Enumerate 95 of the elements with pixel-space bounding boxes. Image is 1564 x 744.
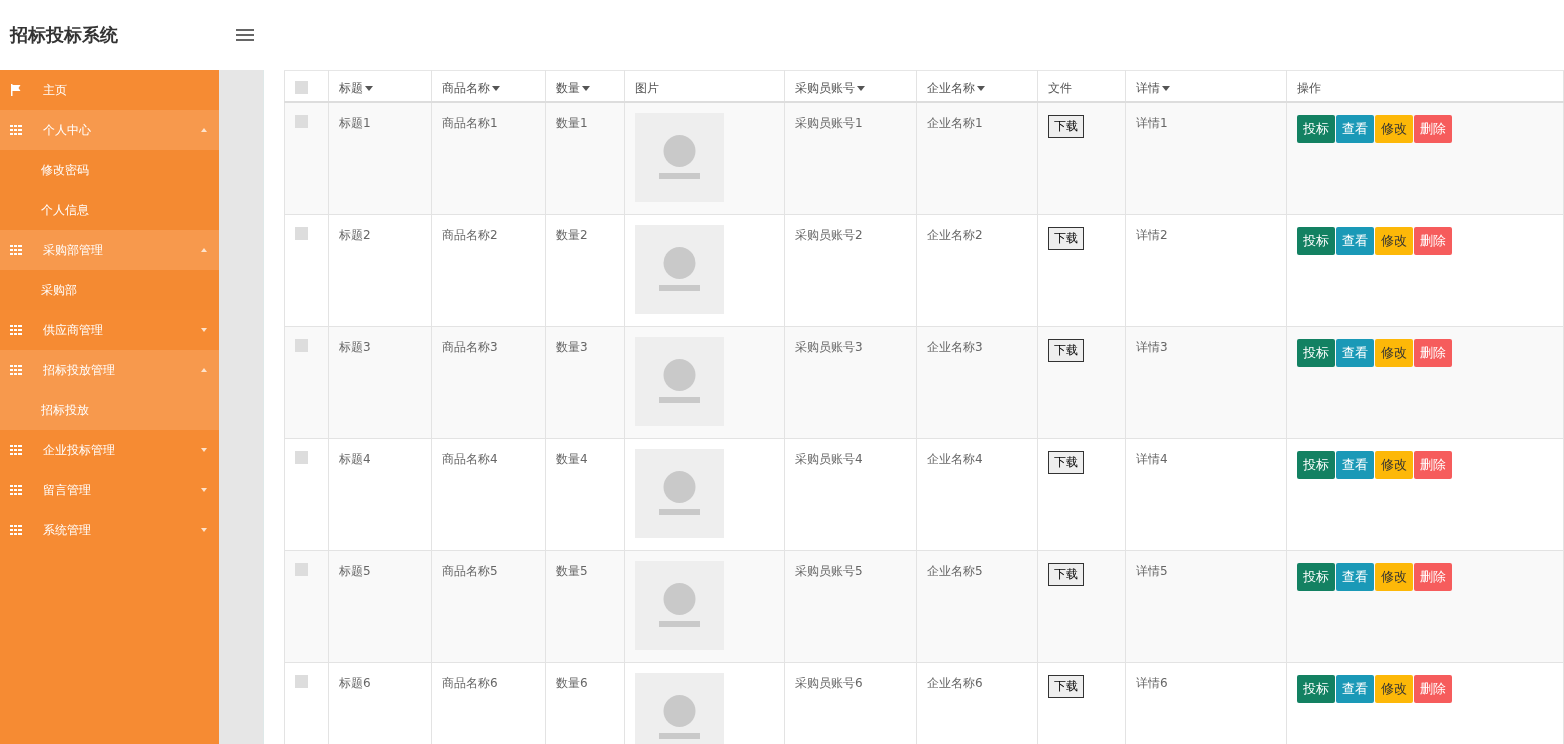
action-button[interactable]: 修改 <box>1375 563 1413 591</box>
table-cell: 采购员账号6 <box>784 662 917 744</box>
table-cell: 标题5 <box>328 550 432 663</box>
grid-icon <box>10 445 22 455</box>
action-button[interactable]: 查看 <box>1336 563 1374 591</box>
table-cell: 数量5 <box>545 550 625 663</box>
action-button[interactable]: 删除 <box>1414 339 1452 367</box>
action-button[interactable]: 查看 <box>1336 227 1374 255</box>
caret-icon <box>201 248 207 252</box>
action-button[interactable]: 删除 <box>1414 227 1452 255</box>
table-cell: 企业名称1 <box>916 102 1038 215</box>
select-all-checkbox[interactable] <box>295 81 308 94</box>
download-button[interactable]: 下载 <box>1048 339 1084 362</box>
table-cell: 企业名称3 <box>916 326 1038 439</box>
table-cell: 标题6 <box>328 662 432 744</box>
action-button[interactable]: 修改 <box>1375 675 1413 703</box>
caret-icon <box>201 448 207 452</box>
grid-icon <box>10 365 22 375</box>
app-title: 招标投标系统 <box>8 23 119 47</box>
download-button[interactable]: 下载 <box>1048 115 1084 138</box>
sidebar-item[interactable]: 系统管理 <box>0 510 219 550</box>
table-cell: 标题2 <box>328 214 432 327</box>
table-cell: 采购员账号2 <box>784 214 917 327</box>
grid-icon <box>10 485 22 495</box>
table-cell: 数量1 <box>545 102 625 215</box>
table-cell: 详情3 <box>1125 326 1287 439</box>
row-checkbox[interactable] <box>295 451 308 464</box>
table-cell: 企业名称4 <box>916 438 1038 551</box>
action-button[interactable]: 查看 <box>1336 115 1374 143</box>
sidebar-item[interactable]: 留言管理 <box>0 470 219 510</box>
action-button[interactable]: 投标 <box>1297 675 1335 703</box>
table-cell: 数量4 <box>545 438 625 551</box>
action-button[interactable]: 删除 <box>1414 675 1452 703</box>
table-cell: 详情5 <box>1125 550 1287 663</box>
table-cell: 商品名称3 <box>431 326 546 439</box>
caret-icon <box>201 328 207 332</box>
action-button[interactable]: 删除 <box>1414 451 1452 479</box>
grid-icon <box>10 245 22 255</box>
action-button[interactable]: 修改 <box>1375 339 1413 367</box>
table-cell: 商品名称5 <box>431 550 546 663</box>
caret-icon <box>201 368 207 372</box>
action-button[interactable]: 投标 <box>1297 115 1335 143</box>
row-checkbox[interactable] <box>295 563 308 576</box>
table-cell: 商品名称6 <box>431 662 546 744</box>
row-checkbox[interactable] <box>295 675 308 688</box>
table-cell: 标题3 <box>328 326 432 439</box>
table-cell: 详情4 <box>1125 438 1287 551</box>
action-button[interactable]: 投标 <box>1297 339 1335 367</box>
table-cell: 采购员账号1 <box>784 102 917 215</box>
download-button[interactable]: 下载 <box>1048 451 1084 474</box>
table-cell: 商品名称4 <box>431 438 546 551</box>
caret-icon <box>201 128 207 132</box>
action-button[interactable]: 查看 <box>1336 339 1374 367</box>
grid-icon <box>10 125 22 135</box>
table-cell: 企业名称6 <box>916 662 1038 744</box>
action-button[interactable]: 投标 <box>1297 563 1335 591</box>
action-button[interactable]: 修改 <box>1375 451 1413 479</box>
action-button[interactable]: 删除 <box>1414 115 1452 143</box>
action-button[interactable]: 查看 <box>1336 451 1374 479</box>
table-cell: 商品名称1 <box>431 102 546 215</box>
sidebar-item[interactable]: 供应商管理 <box>0 310 219 350</box>
table-cell: 采购员账号3 <box>784 326 917 439</box>
sidebar-item[interactable]: 企业投标管理 <box>0 430 219 470</box>
action-button[interactable]: 删除 <box>1414 563 1452 591</box>
table-cell: 数量2 <box>545 214 625 327</box>
table-cell: 采购员账号4 <box>784 438 917 551</box>
action-button[interactable]: 修改 <box>1375 227 1413 255</box>
action-button[interactable]: 投标 <box>1297 227 1335 255</box>
row-checkbox[interactable] <box>295 227 308 240</box>
table-cell: 商品名称2 <box>431 214 546 327</box>
table-cell: 标题1 <box>328 102 432 215</box>
table-cell: 企业名称5 <box>916 550 1038 663</box>
download-button[interactable]: 下载 <box>1048 563 1084 586</box>
table-cell: 详情1 <box>1125 102 1287 215</box>
table-cell: 企业名称2 <box>916 214 1038 327</box>
action-button[interactable]: 修改 <box>1375 115 1413 143</box>
row-checkbox[interactable] <box>295 115 308 128</box>
menu-icon[interactable] <box>236 28 254 42</box>
table-cell: 详情6 <box>1125 662 1287 744</box>
table-cell: 标题4 <box>328 438 432 551</box>
download-button[interactable]: 下载 <box>1048 675 1084 698</box>
grid-icon <box>10 525 22 535</box>
table-cell: 数量3 <box>545 326 625 439</box>
caret-icon <box>201 528 207 532</box>
sidebar-item[interactable]: 主页 <box>0 70 219 110</box>
action-button[interactable]: 查看 <box>1336 675 1374 703</box>
flag-icon <box>10 84 22 96</box>
grid-icon <box>10 325 22 335</box>
table-cell: 采购员账号5 <box>784 550 917 663</box>
action-button[interactable]: 投标 <box>1297 451 1335 479</box>
table-cell: 数量6 <box>545 662 625 744</box>
caret-icon <box>201 488 207 492</box>
download-button[interactable]: 下载 <box>1048 227 1084 250</box>
row-checkbox[interactable] <box>295 339 308 352</box>
table-cell: 详情2 <box>1125 214 1287 327</box>
